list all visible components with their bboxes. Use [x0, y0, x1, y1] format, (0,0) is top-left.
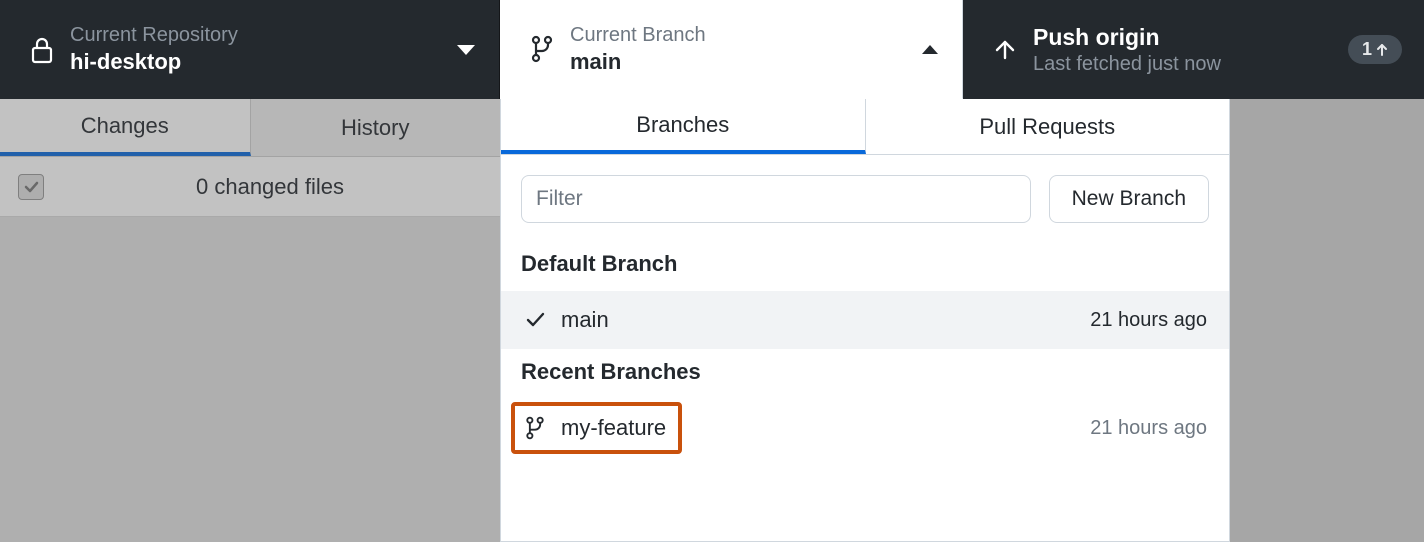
- branch-filter-input[interactable]: [521, 175, 1031, 223]
- push-subtitle: Last fetched just now: [1033, 53, 1348, 76]
- left-panel: Changes History 0 changed files: [0, 99, 500, 542]
- repo-selector[interactable]: Current Repository hi-desktop: [0, 0, 500, 99]
- repo-name: hi-desktop: [70, 49, 457, 75]
- repo-label: Current Repository: [70, 24, 457, 47]
- branch-time: 21 hours ago: [1090, 309, 1207, 332]
- branch-selector[interactable]: Current Branch main: [500, 0, 963, 99]
- changed-files-text: 0 changed files: [58, 174, 482, 200]
- push-origin-button[interactable]: Push origin Last fetched just now 1: [963, 0, 1424, 99]
- branch-name-label: my-feature: [561, 415, 666, 441]
- upload-icon: [983, 36, 1027, 64]
- dropdown-tab-branches[interactable]: Branches: [501, 99, 866, 154]
- select-all-checkbox[interactable]: [18, 174, 44, 200]
- check-icon: [523, 309, 547, 331]
- dropdown-tab-pull-requests[interactable]: Pull Requests: [866, 99, 1230, 154]
- branch-label: Current Branch: [570, 24, 922, 47]
- branch-row-my-feature[interactable]: my-feature 21 hours ago: [501, 399, 1229, 457]
- branch-name: main: [570, 49, 922, 75]
- new-branch-button[interactable]: New Branch: [1049, 175, 1209, 223]
- chevron-up-icon: [922, 45, 938, 54]
- push-title: Push origin: [1033, 24, 1348, 51]
- default-branch-header: Default Branch: [501, 241, 1229, 291]
- recent-branches-header: Recent Branches: [501, 349, 1229, 399]
- git-branch-icon: [520, 35, 564, 63]
- tab-history[interactable]: History: [251, 99, 501, 156]
- push-count-badge: 1: [1348, 35, 1402, 64]
- lock-icon: [20, 36, 64, 64]
- changed-files-row: 0 changed files: [0, 157, 500, 217]
- backdrop: [1230, 99, 1424, 542]
- branch-dropdown: Branches Pull Requests New Branch Defaul…: [500, 99, 1230, 542]
- branch-name-label: main: [561, 307, 609, 333]
- chevron-down-icon: [457, 45, 475, 55]
- branch-time: 21 hours ago: [1090, 417, 1207, 440]
- tab-changes[interactable]: Changes: [0, 99, 251, 156]
- git-branch-icon: [523, 416, 547, 440]
- branch-row-main[interactable]: main 21 hours ago: [501, 291, 1229, 349]
